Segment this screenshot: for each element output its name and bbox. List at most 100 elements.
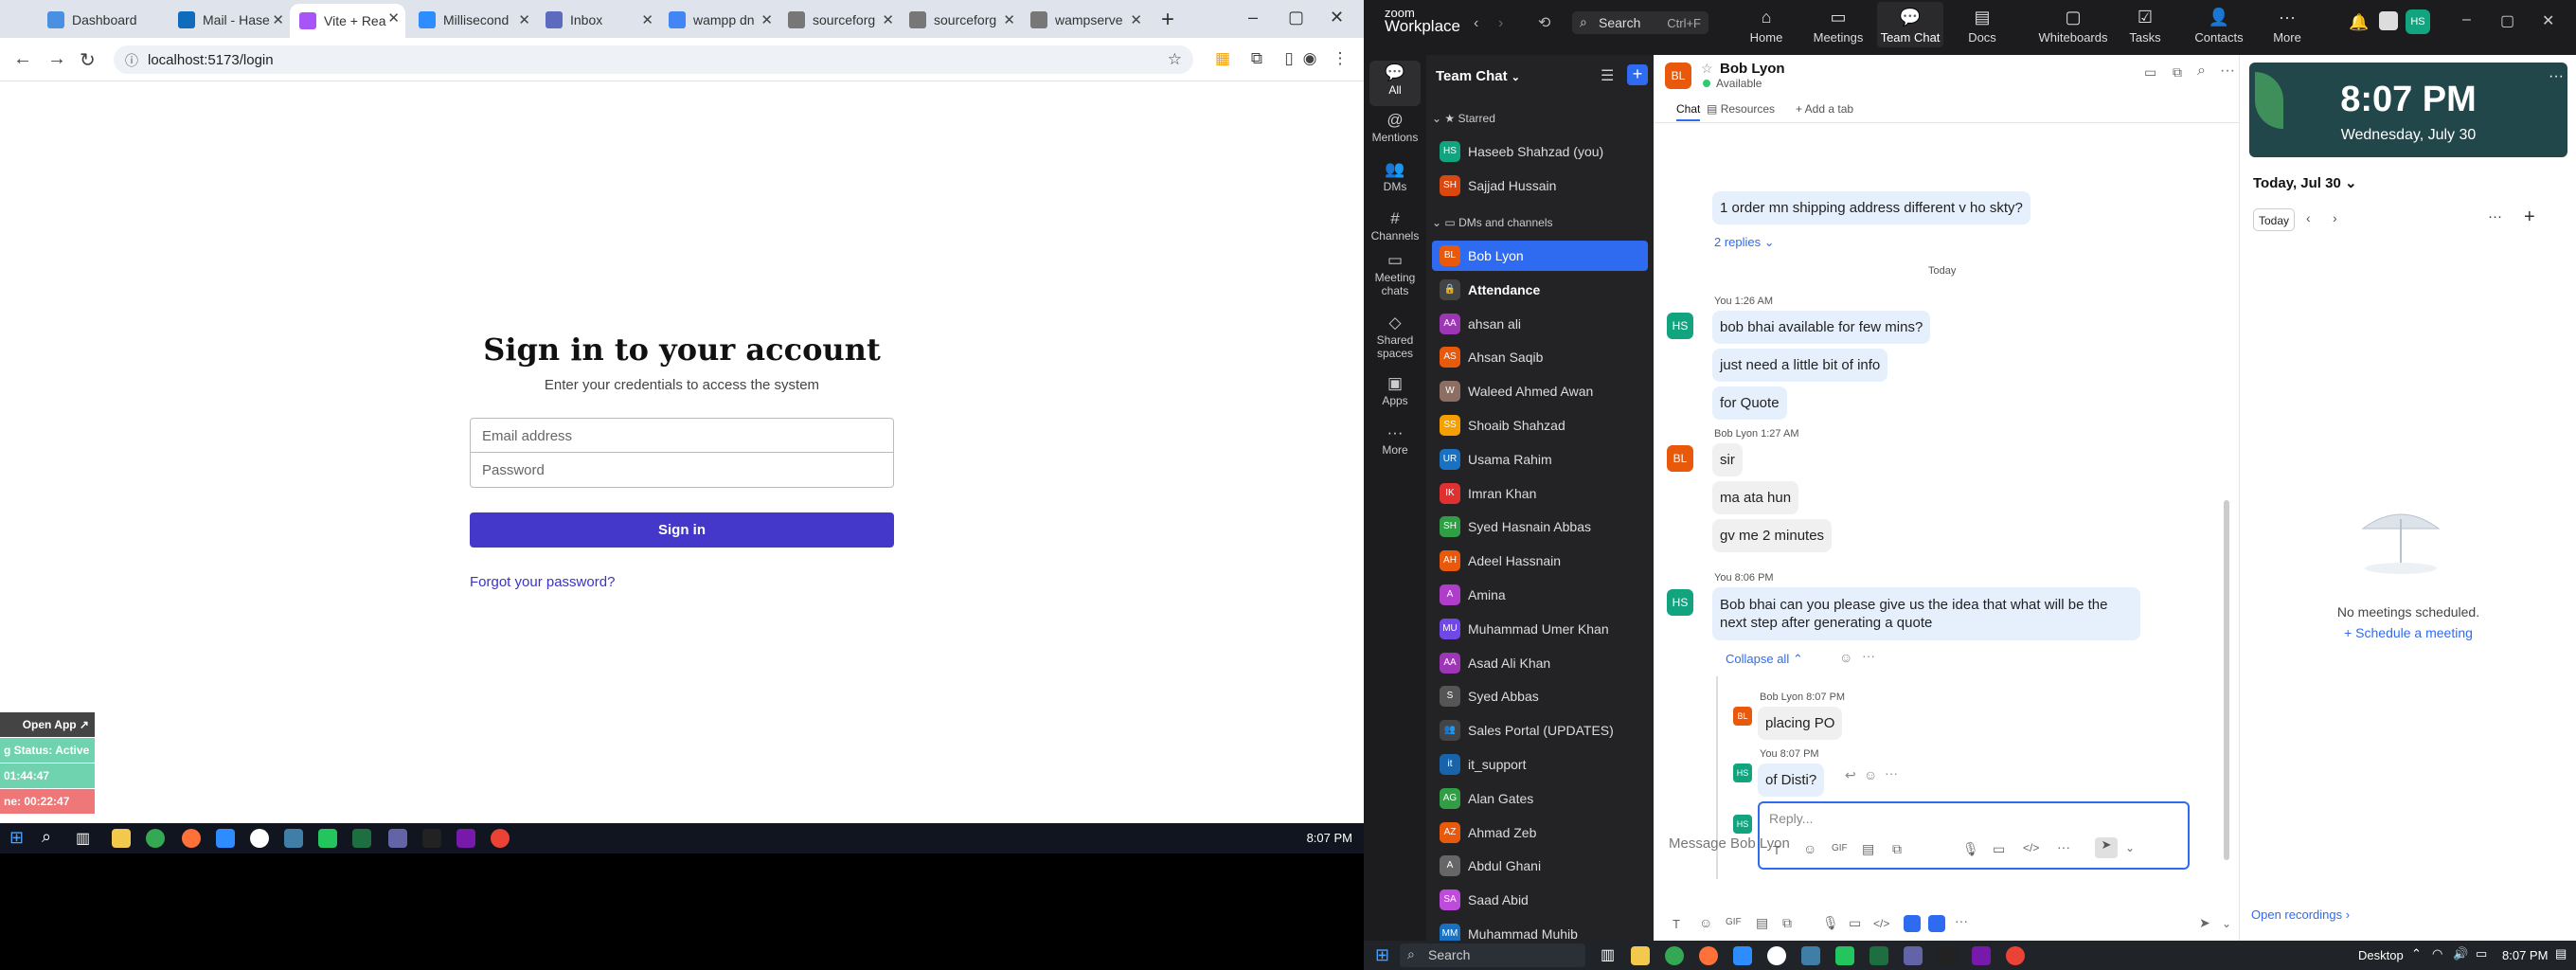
new-chat-button[interactable]: + <box>1627 64 1648 85</box>
chrome-icon[interactable] <box>1665 946 1684 965</box>
screenshot-icon[interactable]: ⧉ <box>1782 915 1792 931</box>
windows-start-icon[interactable]: ⊞ <box>1375 945 1389 965</box>
back-icon[interactable]: ‹ <box>1474 15 1478 32</box>
forward-icon[interactable]: → <box>47 48 66 70</box>
contact-avatar[interactable]: BL <box>1665 63 1691 89</box>
search-input[interactable]: ⌕ Search Ctrl+F <box>1572 11 1708 34</box>
app-icon[interactable] <box>1835 946 1854 965</box>
tab-wampp[interactable]: wampp dn ✕ <box>659 6 778 34</box>
app-badge-icon[interactable] <box>2379 11 2398 30</box>
replies-link[interactable]: 2 replies ⌄ <box>1714 235 1775 250</box>
maximize-button[interactable]: ▢ <box>1288 8 1304 27</box>
message-bubble[interactable]: Bob bhai can you please give us the idea… <box>1712 587 2140 640</box>
channel-item[interactable]: W Waleed Ahmed Awan <box>1432 376 1648 406</box>
nav-whiteboards[interactable]: ▢ Whiteboards <box>2030 8 2116 45</box>
today-button[interactable]: Today <box>2253 208 2295 231</box>
emoji-react-icon[interactable]: ☺ <box>1839 650 1852 665</box>
close-tab-icon[interactable]: ✕ <box>882 11 894 28</box>
message-bubble[interactable]: ma ata hun <box>1712 481 1799 514</box>
more-options-icon[interactable]: ··· <box>1862 648 1875 663</box>
history-icon[interactable]: ⟲ <box>1538 13 1550 32</box>
chevron-right-icon[interactable]: › <box>2333 210 2337 225</box>
search-icon[interactable]: ⌕ <box>42 827 61 846</box>
rail-apps[interactable]: ▣ Apps <box>1364 375 1426 407</box>
battery-icon[interactable]: ▭ <box>2476 946 2487 961</box>
channel-item[interactable]: UR Usama Rahim <box>1432 444 1648 475</box>
avatar[interactable]: HS <box>1667 313 1693 339</box>
channel-item[interactable]: AS Ahsan Saqib <box>1432 342 1648 372</box>
nav-tasks[interactable]: ☑ Tasks <box>2112 8 2178 45</box>
more-options-icon[interactable]: ··· <box>2488 208 2502 225</box>
tab-mail[interactable]: Mail - Hase ✕ <box>169 6 290 34</box>
channel-item[interactable]: S Syed Abbas <box>1432 681 1648 711</box>
gif-icon[interactable]: GIF <box>1726 917 1742 927</box>
open-app-button[interactable]: Open App ↗ <box>0 712 95 738</box>
maximize-button[interactable]: ▢ <box>2500 11 2514 30</box>
volume-icon[interactable]: 🔊 <box>2453 946 2468 961</box>
channel-item[interactable]: MM Muhammad Muhib <box>1432 919 1648 941</box>
app-icon[interactable] <box>318 829 337 848</box>
add-tab-button[interactable]: + Add a tab <box>1796 102 1853 116</box>
channel-item[interactable]: AA ahsan ali <box>1432 309 1648 339</box>
sign-in-button[interactable]: Sign in <box>470 512 894 548</box>
message-bubble[interactable]: gv me 2 minutes <box>1712 519 1833 552</box>
message-bubble[interactable]: bob bhai available for few mins? <box>1712 311 1931 344</box>
profile-icon[interactable]: ◉ <box>1299 49 1320 70</box>
rail-dms[interactable]: 👥 DMs <box>1364 161 1426 193</box>
taskbar-search[interactable]: ⌕ Search <box>1400 943 1585 967</box>
minimize-button[interactable]: – <box>1248 8 1258 27</box>
star-icon[interactable]: ☆ <box>1701 61 1713 77</box>
side-panel-icon[interactable]: ▯ <box>1279 49 1299 70</box>
avatar[interactable]: HS <box>1667 589 1693 616</box>
close-window-button[interactable]: ✕ <box>2542 11 2554 30</box>
channel-item[interactable]: MU Muhammad Umer Khan <box>1432 614 1648 644</box>
close-tab-icon[interactable]: ✕ <box>518 11 530 28</box>
channel-item[interactable]: HS Haseeb Shahzad (you) <box>1432 136 1648 167</box>
file-icon[interactable]: ▤ <box>1756 915 1768 931</box>
message-bubble[interactable]: just need a little bit of info <box>1712 349 1888 382</box>
filter-icon[interactable]: ☰ <box>1601 66 1614 85</box>
close-tab-icon[interactable]: ✕ <box>1003 11 1015 28</box>
close-tab-icon[interactable]: ✕ <box>272 11 284 28</box>
nav-team-chat[interactable]: 💬 Team Chat <box>1877 2 1943 47</box>
text-format-icon[interactable]: T <box>1673 917 1680 931</box>
terminal-icon[interactable] <box>1938 946 1957 965</box>
zoom-taskbar-icon[interactable] <box>216 829 235 848</box>
bookmark-star-icon[interactable]: ☆ <box>1168 50 1182 69</box>
rail-mentions[interactable]: @ Mentions <box>1364 112 1426 144</box>
channel-item[interactable]: 🔒 Attendance <box>1432 275 1648 305</box>
schedule-meeting-link[interactable]: + Schedule a meeting <box>2240 625 2576 640</box>
message-bubble[interactable]: of Disti? <box>1758 763 1825 797</box>
avatar[interactable]: HS <box>1733 763 1752 782</box>
channel-item[interactable]: AG Alan Gates <box>1432 783 1648 814</box>
tab-sourceforge-1[interactable]: sourceforg ✕ <box>778 6 900 34</box>
close-window-button[interactable]: ✕ <box>1330 8 1344 27</box>
file-explorer-icon[interactable] <box>1631 946 1650 965</box>
app-icon[interactable] <box>1767 946 1786 965</box>
extensions-puzzle-icon[interactable]: ⧉ <box>1246 49 1267 70</box>
task-view-icon[interactable]: ▥ <box>1601 945 1619 964</box>
app-icon[interactable] <box>1801 946 1820 965</box>
app-icon[interactable] <box>250 829 269 848</box>
rail-meeting-chats[interactable]: ▭ Meeting chats <box>1364 252 1426 297</box>
chrome-icon[interactable] <box>146 829 165 848</box>
tab-wampserver[interactable]: wampserve ✕ <box>1021 6 1148 34</box>
new-tab-button[interactable]: + <box>1161 7 1174 33</box>
channel-item[interactable]: AZ Ahmad Zeb <box>1432 817 1648 848</box>
video-clip-icon[interactable]: ▭ <box>1849 915 1861 931</box>
rail-all[interactable]: 💬 All <box>1369 61 1421 106</box>
channel-item[interactable]: SH Syed Hasnain Abbas <box>1432 512 1648 542</box>
channel-item[interactable]: IK Imran Khan <box>1432 478 1648 509</box>
channel-item[interactable]: A Amina <box>1432 580 1648 610</box>
task-view-icon[interactable]: ▥ <box>76 829 95 848</box>
chevron-left-icon[interactable]: ‹ <box>2306 210 2311 225</box>
reply-icon[interactable]: ↩ <box>1845 767 1856 783</box>
contact-name[interactable]: Bob Lyon <box>1720 61 1785 77</box>
emoji-icon[interactable]: ☺ <box>1699 915 1712 930</box>
message-bubble[interactable]: sir <box>1712 443 1743 476</box>
extension-grid-icon[interactable]: ▦ <box>1212 49 1233 70</box>
avatar[interactable]: BL <box>1667 445 1693 472</box>
channel-item[interactable]: AH Adeel Hassnain <box>1432 546 1648 576</box>
app-icon[interactable] <box>1928 915 1945 932</box>
avatar[interactable]: BL <box>1733 707 1752 726</box>
